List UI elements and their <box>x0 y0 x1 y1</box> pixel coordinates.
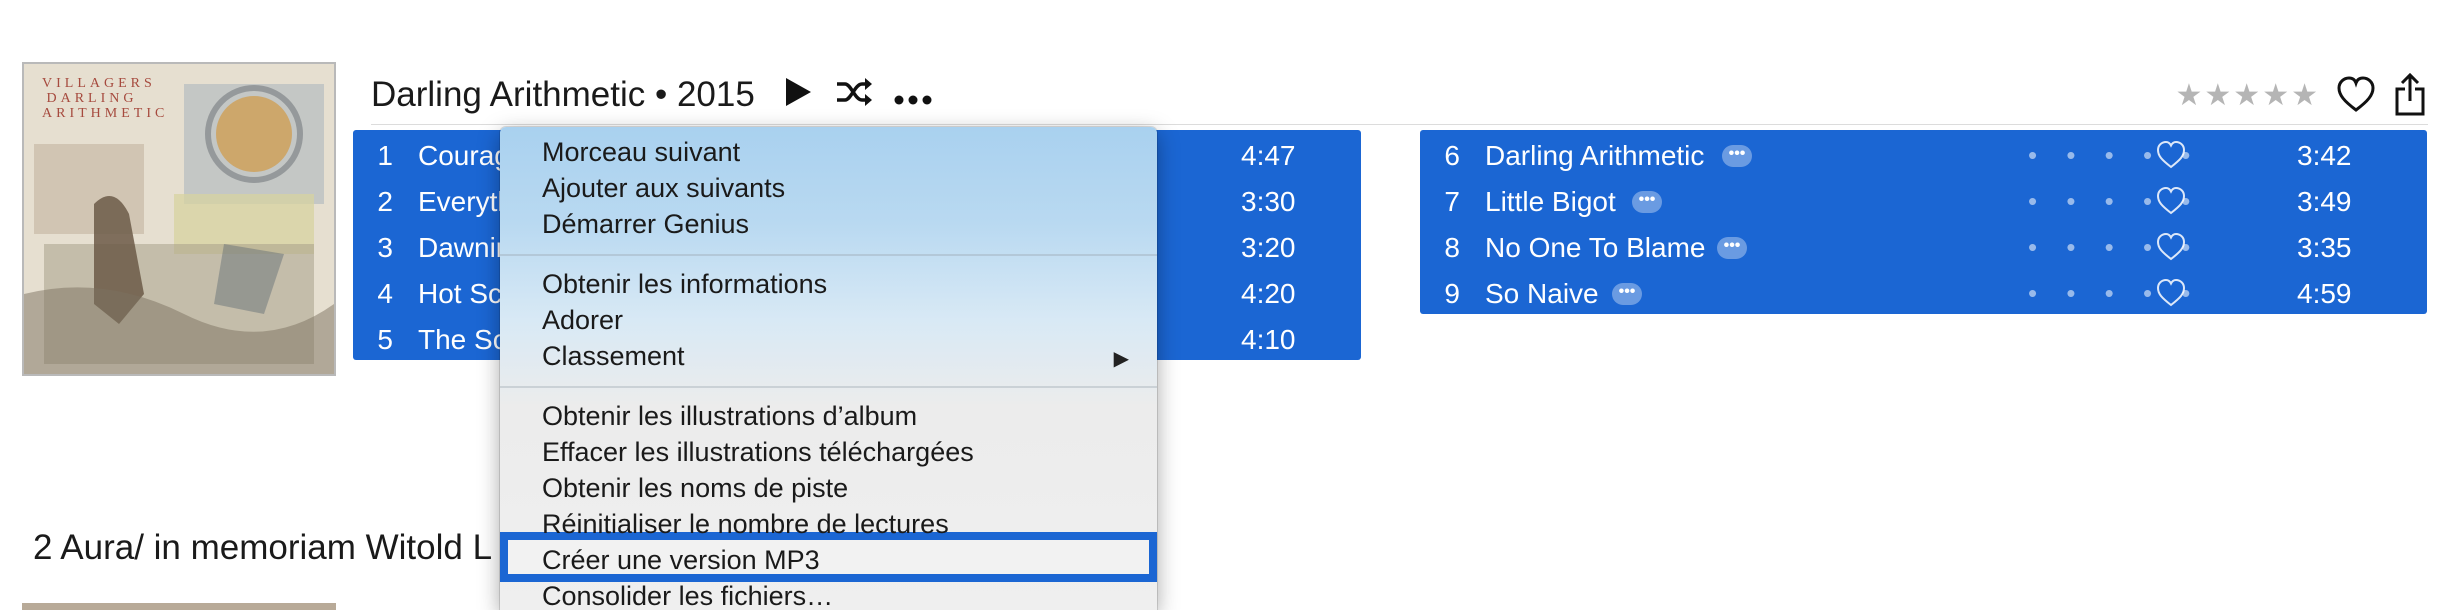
menu-item-reset-play-count[interactable]: Réinitialiser le nombre de lectures <box>542 509 949 540</box>
next-album-title: 2 Aura/ in memoriam Witold L <box>33 528 493 567</box>
track-number: 7 <box>1444 186 1460 217</box>
track-number: 3 <box>377 232 393 263</box>
shuffle-icon[interactable] <box>835 77 873 113</box>
track-title: So Naive <box>1485 278 1599 309</box>
track-number: 2 <box>377 186 393 217</box>
track-duration: 4:47 <box>1241 140 1296 171</box>
track-duration: 3:42 <box>2297 140 2352 171</box>
menu-item-love[interactable]: Adorer <box>542 305 623 336</box>
track-title: No One To Blame <box>1485 232 1706 263</box>
track-row[interactable]: 7 Little Bigot ••• • • • • • 3:49 <box>1420 178 2427 224</box>
track-title: Dawnir <box>418 232 506 263</box>
menu-item-consolidate-files[interactable]: Consolider les fichiers… <box>542 581 833 610</box>
header-divider <box>371 124 2428 125</box>
more-icon[interactable] <box>893 78 933 112</box>
track-row[interactable]: 6 Darling Arithmetic ••• • • • • • 3:42 <box>1420 132 2427 178</box>
track-title: Hot Sc <box>418 278 503 309</box>
menu-item-add-to-up-next[interactable]: Ajouter aux suivants <box>542 173 785 204</box>
track-title: Courag <box>418 140 510 171</box>
track-title: Darling Arithmetic <box>1485 140 1705 171</box>
track-number: 5 <box>377 324 393 355</box>
track-number: 1 <box>377 140 393 171</box>
cover-line: ARITHMETIC <box>42 106 169 121</box>
menu-item-get-album-artwork[interactable]: Obtenir les illustrations d’album <box>542 401 917 432</box>
rating-stars-icon[interactable]: ★★★★★ <box>2176 78 2320 113</box>
submenu-arrow-icon: ▶ <box>1113 348 1129 370</box>
album-artwork[interactable]: VILLAGERS DARLING ARITHMETIC <box>22 62 336 376</box>
track-title: Little Bigot <box>1485 186 1616 217</box>
cover-line: VILLAGERS <box>42 76 156 91</box>
heart-icon[interactable] <box>2155 186 2187 216</box>
track-duration: 4:10 <box>1241 324 1296 355</box>
track-row[interactable]: 8 No One To Blame ••• • • • • • 3:35 <box>1420 224 2427 270</box>
context-menu: Morceau suivant Ajouter aux suivants Dém… <box>500 127 1157 610</box>
track-more-button[interactable]: ••• <box>1612 283 1642 305</box>
track-duration: 4:59 <box>2297 278 2352 309</box>
cover-line: DARLING <box>46 91 138 106</box>
track-more-button[interactable]: ••• <box>1632 191 1662 213</box>
track-more-button[interactable]: ••• <box>1717 237 1747 259</box>
menu-item-get-info[interactable]: Obtenir les informations <box>542 269 827 300</box>
track-number: 9 <box>1444 278 1460 309</box>
heart-icon[interactable] <box>2155 140 2187 170</box>
track-number: 6 <box>1444 140 1460 171</box>
menu-item-next-track[interactable]: Morceau suivant <box>542 137 740 168</box>
track-list-right: 6 Darling Arithmetic ••• • • • • • 3:42 … <box>1420 130 2427 314</box>
heart-icon[interactable] <box>2155 278 2187 308</box>
menu-item-create-mp3-version[interactable]: Créer une version MP3 <box>542 545 820 576</box>
album-cover-text: VILLAGERS DARLING ARITHMETIC <box>42 76 169 121</box>
track-title: Everyth <box>418 186 513 217</box>
next-album-artwork[interactable] <box>22 603 336 610</box>
heart-icon[interactable] <box>2155 232 2187 262</box>
share-icon[interactable] <box>2394 72 2426 117</box>
track-duration: 3:30 <box>1241 186 1296 217</box>
album-actions: ★★★★★ <box>2176 70 2426 120</box>
menu-separator <box>500 386 1157 388</box>
track-number: 4 <box>377 278 393 309</box>
play-icon[interactable] <box>783 76 813 114</box>
track-title: The Sc <box>418 324 507 355</box>
album-header: Darling Arithmetic • 2015 <box>371 70 933 120</box>
track-more-button[interactable]: ••• <box>1722 145 1752 167</box>
menu-item-start-genius[interactable]: Démarrer Genius <box>542 209 749 240</box>
track-duration: 3:35 <box>2297 232 2352 263</box>
track-row[interactable]: 9 So Naive ••• • • • • • 4:59 <box>1420 270 2427 316</box>
menu-item-get-track-names[interactable]: Obtenir les noms de piste <box>542 473 848 504</box>
track-duration: 4:20 <box>1241 278 1296 309</box>
menu-item-rating[interactable]: Classement <box>542 341 685 372</box>
heart-icon[interactable] <box>2336 75 2376 115</box>
album-title: Darling Arithmetic • 2015 <box>371 75 755 114</box>
track-number: 8 <box>1444 232 1460 263</box>
track-duration: 3:20 <box>1241 232 1296 263</box>
menu-item-clear-downloaded-artwork[interactable]: Effacer les illustrations téléchargées <box>542 437 974 468</box>
track-duration: 3:49 <box>2297 186 2352 217</box>
menu-separator <box>500 254 1157 256</box>
